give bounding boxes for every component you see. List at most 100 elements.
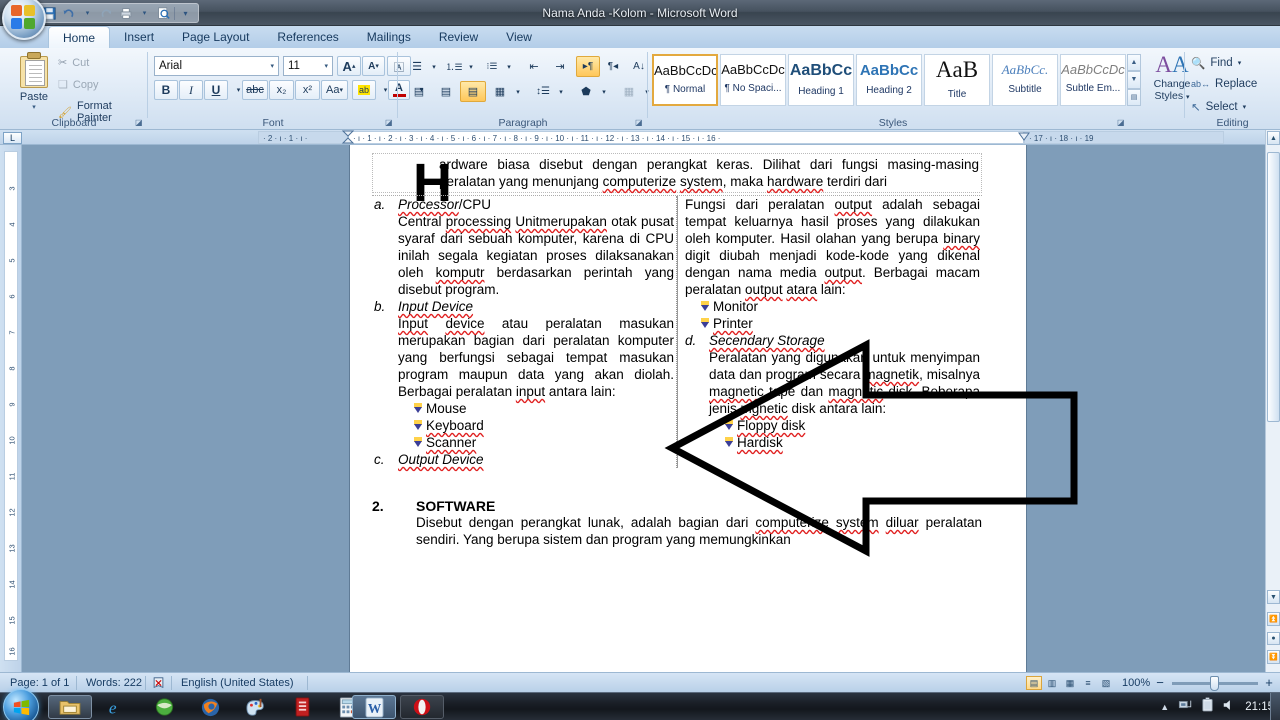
web-layout-view-button[interactable]: ▦ [1062,676,1078,690]
styles-dialog-launcher-icon[interactable]: ◪ [1117,118,1127,128]
zoom-slider-thumb[interactable] [1210,676,1219,691]
line-spacing-button[interactable]: ↕☰ [530,81,556,102]
print-preview-icon[interactable] [155,5,172,22]
ltr-text-direction-button[interactable]: ▸¶ [576,56,600,77]
paint-icon[interactable] [234,695,278,719]
bold-button[interactable]: B [154,80,178,100]
numbering-chevron-down-icon[interactable]: ▾ [465,56,477,77]
clipboard-dialog-launcher-icon[interactable]: ◪ [135,118,145,128]
underline-button[interactable]: U [204,80,228,100]
select-browse-object-icon[interactable]: ● [1267,632,1280,645]
internet-explorer-icon[interactable]: e [96,695,140,719]
firefox-icon[interactable] [188,695,232,719]
shrink-font-button[interactable]: A ▾ [362,56,385,76]
vertical-scrollbar[interactable]: ▲ ▼ ⏫ ● ⏬ [1265,130,1280,672]
multilevel-list-button[interactable]: ⁝☰ [480,56,504,77]
zoom-out-button[interactable]: − [1152,673,1168,693]
bullets-chevron-down-icon[interactable]: ▾ [428,56,440,77]
indent-markers-icon[interactable] [341,130,355,145]
borders-button[interactable]: ▦ [616,81,642,102]
text-highlight-button[interactable]: ab [352,80,376,100]
superscript-button[interactable]: x² [295,80,320,100]
print-layout-view-button[interactable]: ▤ [1026,676,1042,690]
windows-explorer-icon[interactable] [48,695,92,719]
more-styles-icon[interactable]: ▤ [1127,88,1141,106]
zoom-in-button[interactable]: + [1260,673,1278,693]
copy-button[interactable]: ❏ Copy [58,78,99,92]
tab-home[interactable]: Home [48,26,111,48]
outline-view-button[interactable]: ≡ [1080,676,1096,690]
paragraph-dialog-launcher-icon[interactable]: ◪ [635,118,645,128]
select-button[interactable]: ↖ Select ▾ [1191,100,1246,114]
quick-print-icon[interactable] [117,5,134,22]
shading-chevron-down-icon[interactable]: ▾ [598,81,610,102]
align-left-button[interactable]: ▤ [406,81,432,102]
justify-chevron-down-icon[interactable]: ▾ [512,81,524,102]
subscript-button[interactable]: x₂ [269,80,294,100]
strikethrough-button[interactable]: abc [242,80,268,100]
scroll-up-icon[interactable]: ▲ [1127,54,1141,72]
scrollbar-thumb[interactable] [1267,152,1280,422]
tab-insert[interactable]: Insert [110,26,168,48]
tab-review[interactable]: Review [425,26,492,48]
increase-indent-button[interactable]: ⇥ [548,56,572,77]
previous-page-icon[interactable]: ⏫ [1267,612,1280,626]
microsoft-word-icon[interactable]: W [352,695,396,719]
change-case-button[interactable]: Aa ▾ [321,80,348,100]
proofing-errors-icon[interactable] [145,673,171,693]
chevron-down-icon[interactable]: ▾ [136,5,153,22]
shading-button[interactable]: ⬟ [573,81,599,102]
volume-icon[interactable] [1222,698,1236,717]
chevron-down-icon[interactable]: ▾ [79,5,96,22]
tab-mailings[interactable]: Mailings [353,26,425,48]
style-normal[interactable]: AaBbCcDc ¶ Normal [652,54,718,106]
battery-icon[interactable] [1202,697,1213,717]
tab-references[interactable]: References [263,26,352,48]
style-no-spacing[interactable]: AaBbCcDc ¶ No Spaci... [720,54,786,106]
multilevel-chevron-down-icon[interactable]: ▾ [503,56,515,77]
language-indicator[interactable]: English (United States) [171,673,304,693]
align-center-button[interactable]: ▤ [433,81,459,102]
style-heading-2[interactable]: AaBbCc Heading 2 [856,54,922,106]
font-name-box[interactable]: Arial ▾ [154,56,279,76]
find-button[interactable]: 🔍 Find ▾ [1191,56,1241,70]
ruler-page-area[interactable]: · ı · 1 · ı · 2 · ı · 3 · ı · 4 · ı · 5 … [348,131,1024,144]
chevron-down-icon[interactable]: ▾ [270,62,274,70]
scroll-up-icon[interactable]: ▲ [1267,131,1280,145]
tab-page-layout[interactable]: Page Layout [168,26,263,48]
redo-icon[interactable] [98,5,115,22]
word-count[interactable]: Words: 222 [76,673,152,693]
undo-icon[interactable] [60,5,77,22]
decrease-indent-button[interactable]: ⇤ [522,56,546,77]
styles-gallery-scroll[interactable]: ▲ ▼ ▤ [1127,54,1141,106]
right-indent-marker-icon[interactable] [1018,131,1030,145]
scroll-down-icon[interactable]: ▼ [1127,71,1141,89]
red-app-icon[interactable] [280,695,324,719]
font-size-box[interactable]: 11 ▾ [283,56,333,76]
grow-font-button[interactable]: A ▴ [337,56,361,76]
align-right-button[interactable]: ▤ [460,81,486,102]
document-canvas[interactable]: H ardware biasa disebut dengan perangkat… [22,145,1265,672]
tab-view[interactable]: View [492,26,546,48]
rtl-text-direction-button[interactable]: ¶◂ [601,56,625,77]
paste-button[interactable]: Paste ▾ [8,52,60,111]
next-page-icon[interactable]: ⏬ [1267,650,1280,664]
style-subtle-emphasis[interactable]: AaBbCcDc Subtle Em... [1060,54,1126,106]
horizontal-ruler[interactable]: L · 2 · ı · 1 · ı · · ı · 1 · ı · 2 · ı … [0,130,1265,145]
numbering-button[interactable]: ⒈☰ [443,56,465,77]
vertical-ruler[interactable]: 3 4 5 6 7 8 9 10 11 12 13 14 15 16 [0,145,22,672]
font-dialog-launcher-icon[interactable]: ◪ [385,118,395,128]
style-subtitle[interactable]: AaBbCc. Subtitle [992,54,1058,106]
chevron-down-icon[interactable]: ▾ [324,62,328,70]
document-page[interactable]: H ardware biasa disebut dengan perangkat… [350,145,1026,672]
style-heading-1[interactable]: AaBbCᴄ Heading 1 [788,54,854,106]
full-screen-reading-view-button[interactable]: ▥ [1044,676,1060,690]
chevron-up-icon[interactable]: ▲ [1160,702,1169,712]
show-desktop-button[interactable] [1270,693,1280,720]
network-icon[interactable] [1178,698,1193,717]
tab-stop-selector-button[interactable]: L [3,132,22,144]
italic-button[interactable]: I [179,80,203,100]
opera-icon[interactable] [400,695,444,719]
scroll-down-icon[interactable]: ▼ [1267,590,1280,604]
bullets-button[interactable]: ☰ [406,56,428,77]
